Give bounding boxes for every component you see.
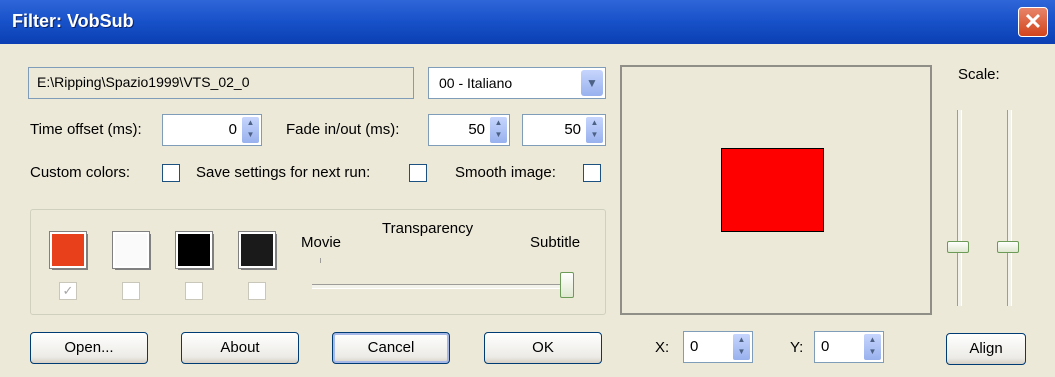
- subtitle-path-field: E:\Ripping\Spazio1999\VTS_02_0: [28, 67, 414, 99]
- color-4-checkbox[interactable]: [248, 282, 266, 300]
- transparency-subtitle-label: Subtitle: [530, 234, 581, 251]
- smooth-image-checkbox[interactable]: [583, 164, 601, 182]
- transparency-movie-label: Movie: [301, 234, 342, 251]
- y-label: Y:: [790, 339, 804, 356]
- transparency-slider[interactable]: [312, 284, 574, 289]
- open-button[interactable]: Open...: [30, 332, 148, 364]
- y-position-input[interactable]: 0 ▲ ▼: [814, 331, 884, 363]
- color-3-swatch[interactable]: [175, 231, 213, 269]
- language-value: 00 - Italiano: [439, 75, 513, 91]
- smooth-image-label: Smooth image:: [455, 164, 556, 181]
- time-offset-label: Time offset (ms):: [30, 121, 142, 138]
- spin-up-icon: ▲: [868, 335, 877, 344]
- fade-out-value: 50: [564, 121, 581, 138]
- transparency-slider-thumb[interactable]: [560, 272, 574, 298]
- transparency-title: Transparency: [382, 220, 474, 237]
- ok-button[interactable]: OK: [484, 332, 602, 364]
- color-1-swatch[interactable]: [49, 231, 87, 269]
- color-2-swatch[interactable]: [112, 231, 150, 269]
- spin-down-icon: ▼: [494, 130, 503, 139]
- color-1-checkbox[interactable]: ✓: [59, 282, 77, 300]
- color-2-checkbox[interactable]: [122, 282, 140, 300]
- spin-up-icon: ▲: [737, 335, 746, 344]
- scale-slider-left[interactable]: [957, 110, 962, 306]
- spin-down-icon: ▼: [246, 130, 255, 139]
- custom-colors-checkbox[interactable]: [162, 164, 180, 182]
- color-4-swatch[interactable]: [238, 231, 276, 269]
- close-button[interactable]: ✕: [1018, 7, 1048, 37]
- custom-colors-label: Custom colors:: [30, 164, 131, 181]
- color-3-checkbox[interactable]: [185, 282, 203, 300]
- fade-out-spinner[interactable]: ▲ ▼: [586, 117, 603, 143]
- scale-slider-left-thumb[interactable]: [947, 241, 969, 254]
- fade-in-value: 50: [468, 121, 485, 138]
- align-button[interactable]: Align: [946, 333, 1026, 365]
- spin-down-icon: ▼: [590, 130, 599, 139]
- language-select[interactable]: 00 - Italiano ▼: [428, 67, 606, 99]
- spin-down-icon: ▼: [737, 347, 746, 356]
- subtitle-preview: [620, 65, 932, 315]
- cancel-button[interactable]: Cancel: [332, 332, 450, 364]
- spin-up-icon: ▲: [590, 118, 599, 127]
- spin-up-icon: ▲: [494, 118, 503, 127]
- x-label: X:: [655, 339, 670, 356]
- fade-in-input[interactable]: 50 ▲ ▼: [428, 114, 510, 146]
- x-position-value: 0: [690, 338, 699, 355]
- window-title: Filter: VobSub: [12, 11, 134, 31]
- scale-slider-right[interactable]: [1007, 110, 1012, 306]
- preview-subtitle-rect[interactable]: [721, 148, 824, 232]
- chevron-down-icon[interactable]: ▼: [581, 70, 603, 96]
- save-settings-label: Save settings for next run:: [196, 164, 371, 181]
- y-position-value: 0: [821, 338, 830, 355]
- x-position-input[interactable]: 0 ▲ ▼: [683, 331, 753, 363]
- fade-out-input[interactable]: 50 ▲ ▼: [522, 114, 606, 146]
- x-spinner[interactable]: ▲ ▼: [733, 334, 750, 360]
- about-button[interactable]: About: [181, 332, 299, 364]
- scale-label: Scale:: [958, 66, 1000, 83]
- save-settings-checkbox[interactable]: [409, 164, 427, 182]
- title-bar: Filter: VobSub ✕: [0, 0, 1055, 44]
- time-offset-value: 0: [228, 121, 237, 138]
- scale-slider-right-thumb[interactable]: [997, 241, 1019, 254]
- slider-tick: [320, 258, 321, 263]
- fade-label: Fade in/out (ms):: [286, 121, 400, 138]
- y-spinner[interactable]: ▲ ▼: [864, 334, 881, 360]
- fade-in-spinner[interactable]: ▲ ▼: [490, 117, 507, 143]
- spin-up-icon: ▲: [246, 118, 255, 127]
- time-offset-input[interactable]: 0 ▲ ▼: [162, 114, 262, 146]
- spin-down-icon: ▼: [868, 347, 877, 356]
- time-offset-spinner[interactable]: ▲ ▼: [242, 117, 259, 143]
- close-icon: ✕: [1023, 9, 1043, 34]
